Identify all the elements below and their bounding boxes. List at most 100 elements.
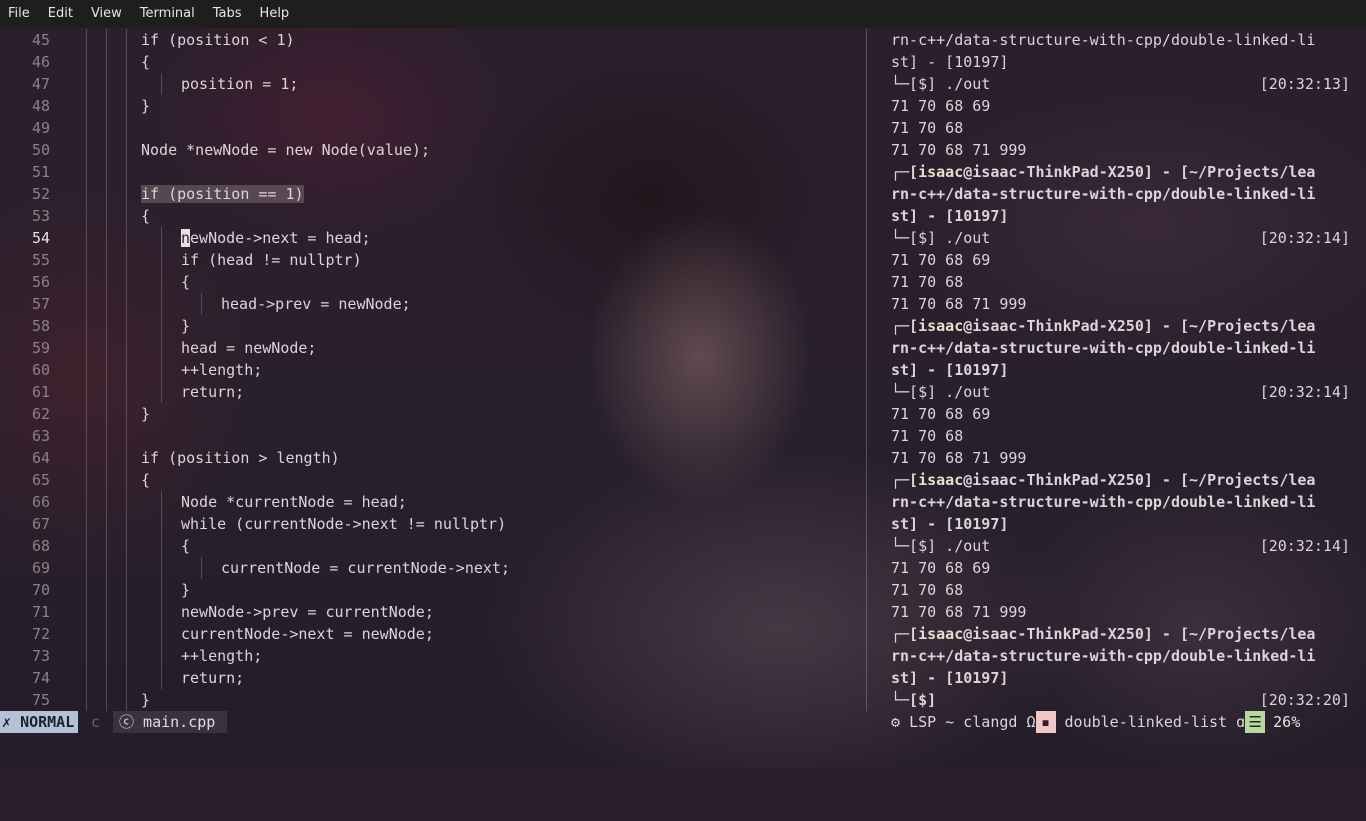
code-text: { bbox=[181, 273, 191, 291]
vim-logo-icon: ✗ bbox=[2, 713, 21, 731]
code-line[interactable]: 74 return; bbox=[0, 667, 866, 689]
status-right: ⚙ LSP ~ clangd Ω ▪ double-linked-list ɑ ☰ 2… bbox=[891, 711, 1315, 733]
terminal-line: st] - [10197] bbox=[891, 53, 1009, 71]
terminal-pane[interactable]: rn-c++/data-structure-with-cpp/double-li… bbox=[891, 29, 1361, 711]
lsp-status: LSP ~ clangd bbox=[909, 713, 1018, 731]
menu-file[interactable]: File bbox=[0, 0, 39, 28]
line-number: 75 bbox=[31, 691, 50, 709]
code-line[interactable]: 75} bbox=[0, 689, 866, 711]
line-number: 50 bbox=[31, 141, 50, 159]
code-line[interactable]: 54 newNode->next = head; bbox=[0, 227, 866, 249]
menu-edit[interactable]: Edit bbox=[39, 0, 82, 28]
code-rest: ewNode->next = head; bbox=[190, 229, 371, 247]
terminal-prompt-path: rn-c++/data-structure-with-cpp/double-li… bbox=[891, 339, 1316, 357]
code-line[interactable]: 56 { bbox=[0, 271, 866, 293]
code-line[interactable]: 55 if (head != nullptr) bbox=[0, 249, 866, 271]
code-line[interactable]: 45 if (position < 1) bbox=[0, 29, 866, 51]
code-line[interactable]: 63 bbox=[0, 425, 866, 447]
line-number: 70 bbox=[31, 581, 50, 599]
prompt-user: isaac bbox=[918, 163, 964, 181]
code-line[interactable]: 71 newNode->prev = currentNode; bbox=[0, 601, 866, 623]
terminal-command-line: └─[$] ./out [20:32:13] bbox=[891, 75, 1350, 93]
menu-terminal[interactable]: Terminal bbox=[131, 0, 204, 28]
code-line[interactable]: 58} bbox=[0, 315, 866, 337]
code-line[interactable]: 66 Node *currentNode = head; bbox=[0, 491, 866, 513]
code-text: } bbox=[141, 691, 151, 709]
prompt-user: isaac bbox=[918, 625, 964, 643]
code-line[interactable]: 69 currentNode = currentNode->next; bbox=[0, 557, 866, 579]
code-line[interactable]: 51 bbox=[0, 161, 866, 183]
code-line[interactable]: 67 while (currentNode->next != nullptr) bbox=[0, 513, 866, 535]
code-line[interactable]: 72 currentNode->next = newNode; bbox=[0, 623, 866, 645]
code-line[interactable]: 59 head = newNode; bbox=[0, 337, 866, 359]
terminal-prompt-path: rn-c++/data-structure-with-cpp/double-li… bbox=[891, 493, 1316, 511]
code-text: return; bbox=[181, 383, 245, 401]
code-line[interactable]: 68 { bbox=[0, 535, 866, 557]
code-text: newNode->next = head; bbox=[181, 227, 371, 249]
terminal-line: rn-c++/data-structure-with-cpp/double-li… bbox=[891, 31, 1316, 49]
pane-divider[interactable] bbox=[866, 29, 867, 711]
timestamp: [20:32:20] bbox=[1259, 691, 1350, 709]
code-line[interactable]: 73 ++length; bbox=[0, 645, 866, 667]
line-number: 66 bbox=[31, 493, 50, 511]
line-number: 51 bbox=[31, 163, 50, 181]
code-line[interactable]: 70} bbox=[0, 579, 866, 601]
vim-mode-badge: ✗ NORMAL bbox=[0, 711, 79, 733]
code-text: return; bbox=[181, 669, 245, 687]
line-number: 54 bbox=[31, 229, 50, 247]
code-text: if (position == 1) bbox=[141, 183, 304, 205]
code-line[interactable]: 61 return; bbox=[0, 381, 866, 403]
terminal-prompt-path: st] - [10197] bbox=[891, 669, 1009, 687]
terminal-output: 71 70 68 bbox=[891, 427, 964, 445]
code-text: if (position < 1) bbox=[141, 31, 295, 49]
line-number: 49 bbox=[31, 119, 50, 137]
code-line[interactable]: 48} bbox=[0, 95, 866, 117]
line-number: 64 bbox=[31, 449, 50, 467]
code-line[interactable]: 60 ++length; bbox=[0, 359, 866, 381]
code-text: { bbox=[141, 53, 151, 71]
code-line[interactable]: 49 bbox=[0, 117, 866, 139]
code-line[interactable]: 47 position = 1; bbox=[0, 73, 866, 95]
terminal-prompt-path: rn-c++/data-structure-with-cpp/double-li… bbox=[891, 185, 1316, 203]
line-number: 55 bbox=[31, 251, 50, 269]
line-number: 71 bbox=[31, 603, 50, 621]
terminal-output: 71 70 68 71 999 bbox=[891, 141, 1027, 159]
file-tab[interactable]: ⓒ main.cpp bbox=[113, 711, 228, 733]
line-number: 63 bbox=[31, 427, 50, 445]
code-line[interactable]: 46 { bbox=[0, 51, 866, 73]
code-text: { bbox=[141, 471, 151, 489]
separator-icon: ɑ bbox=[1236, 713, 1246, 731]
code-line[interactable]: 64 if (position > length) bbox=[0, 447, 866, 469]
timestamp: [20:32:14] bbox=[1259, 537, 1350, 555]
terminal-prompt-path: st] - [10197] bbox=[891, 515, 1009, 533]
line-number: 52 bbox=[31, 185, 50, 203]
code-editor-pane[interactable]: 45 if (position < 1) 46 {47 position = 1; 48}… bbox=[0, 29, 866, 711]
code-text: { bbox=[141, 207, 151, 225]
line-number: 74 bbox=[31, 669, 50, 687]
line-number: 68 bbox=[31, 537, 50, 555]
lines-icon: ☰ bbox=[1245, 711, 1266, 733]
code-line[interactable]: 52 if (position == 1) bbox=[0, 183, 866, 205]
line-number: 60 bbox=[31, 361, 50, 379]
code-line[interactable]: 65 { bbox=[0, 469, 866, 491]
terminal-output: 71 70 68 bbox=[891, 119, 964, 137]
file-name: main.cpp bbox=[143, 713, 216, 731]
terminal-prompt-path: st] - [10197] bbox=[891, 361, 1009, 379]
line-number: 58 bbox=[31, 317, 50, 335]
menu-view[interactable]: View bbox=[82, 0, 131, 28]
code-line[interactable]: 62} bbox=[0, 403, 866, 425]
code-text: currentNode = currentNode->next; bbox=[221, 559, 510, 577]
line-number: 48 bbox=[31, 97, 50, 115]
code-line[interactable]: 57 head->prev = newNode; bbox=[0, 293, 866, 315]
terminal-output: 71 70 68 71 999 bbox=[891, 449, 1027, 467]
line-number: 46 bbox=[31, 53, 50, 71]
code-line[interactable]: 50 Node *newNode = new Node(value); bbox=[0, 139, 866, 161]
code-text: } bbox=[181, 581, 191, 599]
menu-tabs[interactable]: Tabs bbox=[204, 0, 251, 28]
search-highlight: if (position == 1) bbox=[141, 185, 304, 203]
terminal-output: 71 70 68 bbox=[891, 581, 964, 599]
code-text: if (position > length) bbox=[141, 449, 340, 467]
code-line[interactable]: 53 { bbox=[0, 205, 866, 227]
menu-help[interactable]: Help bbox=[251, 0, 299, 28]
terminal-command-line: └─[$] [20:32:20] bbox=[891, 691, 1350, 709]
